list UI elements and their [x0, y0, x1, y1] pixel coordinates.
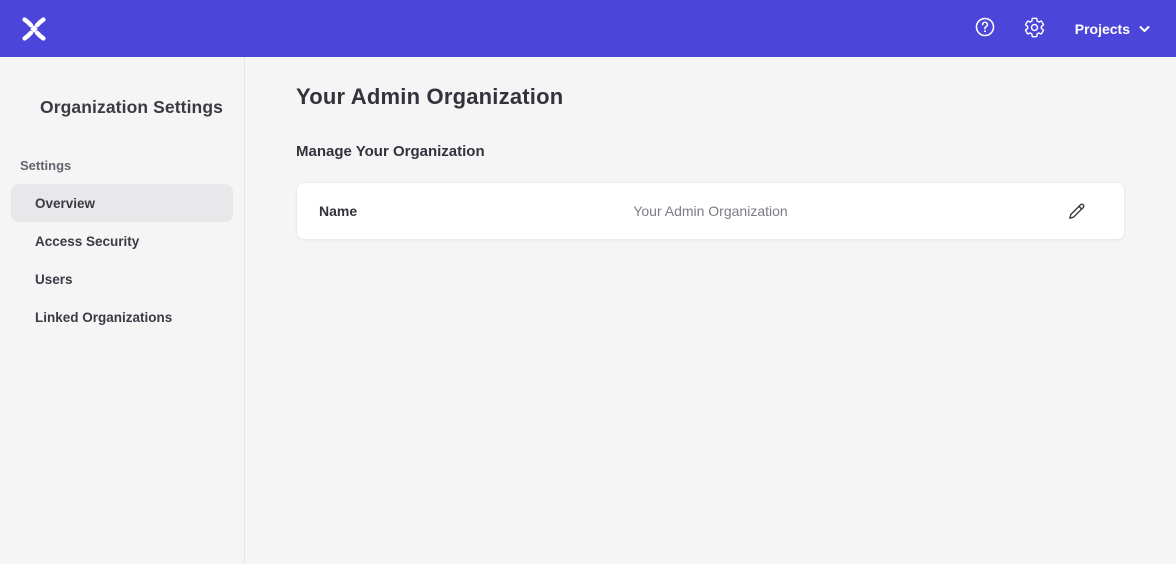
gear-icon — [1023, 16, 1046, 42]
sidebar-item-access-security[interactable]: Access Security — [11, 222, 233, 260]
sidebar-item-users[interactable]: Users — [11, 260, 233, 298]
settings-button[interactable] — [1023, 17, 1047, 41]
projects-menu-button[interactable]: Projects — [1075, 21, 1150, 37]
help-button[interactable] — [973, 17, 997, 41]
section-title: Manage Your Organization — [296, 143, 1125, 160]
projects-menu-label: Projects — [1075, 21, 1130, 37]
sidebar-item-overview[interactable]: Overview — [11, 184, 233, 222]
name-field-value: Your Admin Organization — [633, 203, 787, 219]
pencil-icon — [1066, 201, 1087, 222]
question-mark-circle-icon — [974, 16, 996, 41]
edit-name-button[interactable] — [1064, 199, 1088, 223]
settings-sidebar: Organization Settings Settings Overview … — [0, 57, 245, 564]
topbar: Projects — [0, 0, 1176, 57]
name-field-label: Name — [319, 203, 357, 219]
sidebar-nav: Overview Access Security Users Linked Or… — [0, 184, 244, 336]
page-title: Your Admin Organization — [296, 84, 1125, 110]
organization-name-row: Name Your Admin Organization — [296, 182, 1125, 240]
sidebar-title: Organization Settings — [0, 97, 244, 118]
chevron-down-icon — [1139, 25, 1150, 33]
mendix-logo-icon[interactable] — [20, 16, 48, 42]
sidebar-section-label: Settings — [0, 158, 244, 173]
sidebar-item-linked-organizations[interactable]: Linked Organizations — [11, 298, 233, 336]
main-content: Your Admin Organization Manage Your Orga… — [245, 57, 1176, 564]
